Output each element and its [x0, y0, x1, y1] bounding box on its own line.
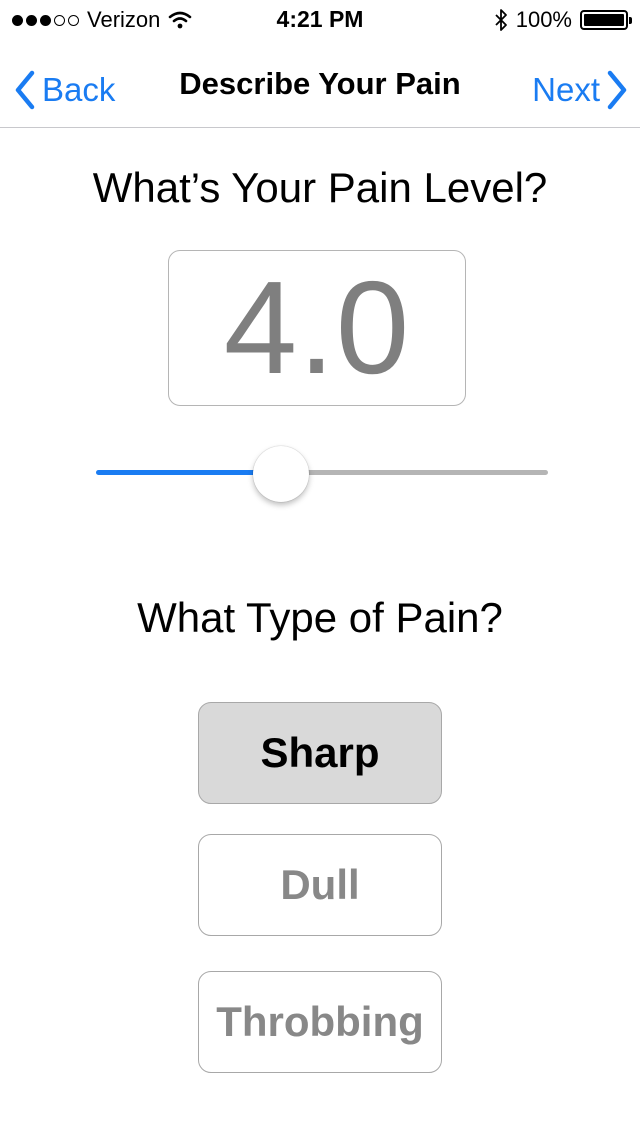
- pain-level-slider[interactable]: [96, 446, 548, 502]
- status-bar: Verizon 4:21 PM 100%: [0, 0, 640, 40]
- chevron-right-icon: [607, 70, 627, 110]
- pain-level-heading: What’s Your Pain Level?: [92, 164, 548, 211]
- pain-type-throbbing-button[interactable]: Throbbing: [198, 971, 442, 1073]
- status-right: 100%: [494, 6, 632, 34]
- pain-type-heading: What Type of Pain?: [137, 594, 503, 641]
- slider-thumb[interactable]: [253, 446, 309, 502]
- pain-level-value: 4.0: [223, 254, 411, 401]
- next-label: Next: [532, 71, 600, 108]
- pain-type-dull-button[interactable]: Dull: [198, 834, 442, 936]
- next-button[interactable]: Next: [532, 68, 628, 112]
- slider-track-empty: [281, 470, 548, 475]
- battery-percent: 100%: [515, 7, 572, 32]
- navigation-bar: Back Describe Your Pain Next: [0, 40, 640, 128]
- pain-level-display: 4.0: [168, 250, 466, 406]
- battery-icon: [580, 10, 632, 30]
- bluetooth-icon: [495, 9, 507, 31]
- pain-type-sharp-button[interactable]: Sharp: [198, 702, 442, 804]
